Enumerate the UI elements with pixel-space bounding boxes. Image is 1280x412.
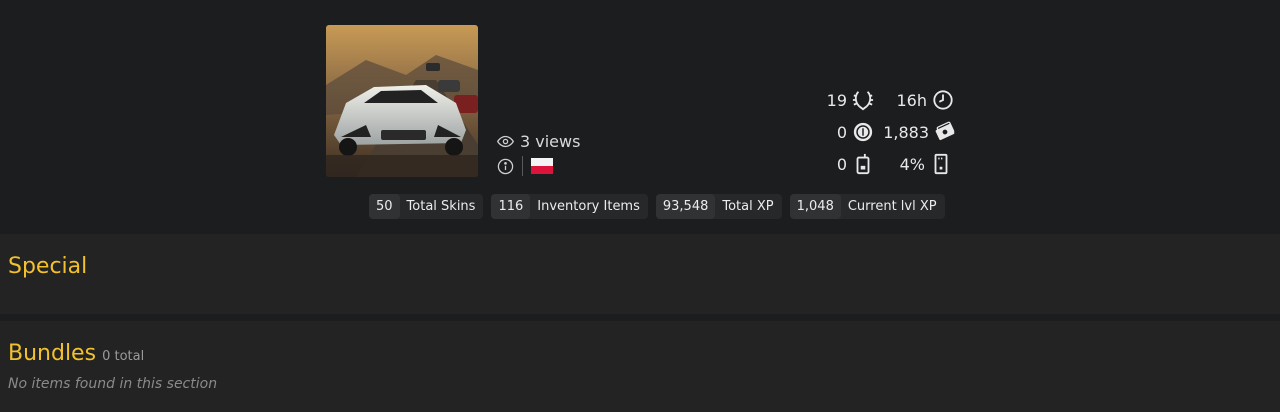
stat-playtime-value: 16h [896, 90, 928, 110]
chip-inventory-items: 116 Inventory Items [491, 194, 648, 219]
stat-coins-value: 0 [836, 122, 847, 142]
bundles-title: Bundles [8, 341, 97, 366]
special-title: Special [8, 254, 88, 279]
empty-state-message: No items found in this section [8, 376, 218, 392]
poland-flag-icon [531, 158, 553, 174]
section-title: Bundles 0 total [8, 341, 144, 366]
bundles-section: Bundles 0 total No items found in this se… [0, 321, 1280, 412]
profile-meta [497, 156, 553, 176]
chip-total-skins: 50 Total Skins [369, 194, 484, 219]
profile-avatar [326, 25, 478, 177]
chip-label: Inventory Items [537, 199, 640, 214]
stat-phones: 0 [810, 152, 874, 176]
view-count: 3 views [497, 132, 580, 151]
info-icon[interactable] [497, 158, 514, 175]
chip-value: 1,048 [789, 194, 841, 219]
special-section: Special [0, 234, 1280, 314]
chip-current-lvl-xp: 1,048 Current lvl XP [789, 194, 945, 219]
chip-label: Total XP [722, 199, 774, 214]
laurel-wreath-icon [852, 89, 874, 111]
stat-phones-value: 0 [836, 154, 847, 174]
eye-icon [497, 133, 514, 150]
door-icon [930, 153, 952, 175]
chip-value: 50 [369, 194, 400, 219]
stat-progress-value: 4% [899, 154, 925, 174]
chip-label: Current lvl XP [847, 199, 937, 214]
chip-total-xp: 93,548 Total XP [655, 194, 782, 219]
stat-cash: 1,883 [860, 120, 956, 144]
stat-laurels-value: 19 [826, 90, 847, 110]
bundles-count: 0 total [102, 349, 145, 364]
stat-laurels: 19 [810, 88, 874, 112]
profile-stat-chips: 50 Total Skins 116 Inventory Items 93,54… [369, 194, 945, 219]
stat-cash-value: 1,883 [883, 122, 929, 142]
section-title: Special [8, 254, 87, 279]
stat-playtime: 16h [880, 88, 954, 112]
profile-header: 3 views 19 16h 0 1,883 0 4% 50 Total Ski… [0, 0, 1280, 234]
stat-progress: 4% [880, 152, 952, 176]
meta-divider [522, 156, 523, 176]
chip-value: 93,548 [655, 194, 716, 219]
clock-icon [932, 89, 954, 111]
phone-icon [852, 153, 874, 175]
chip-label: Total Skins [406, 199, 476, 214]
cash-icon [934, 121, 956, 143]
views-label: 3 views [520, 132, 581, 151]
chip-value: 116 [491, 194, 531, 219]
